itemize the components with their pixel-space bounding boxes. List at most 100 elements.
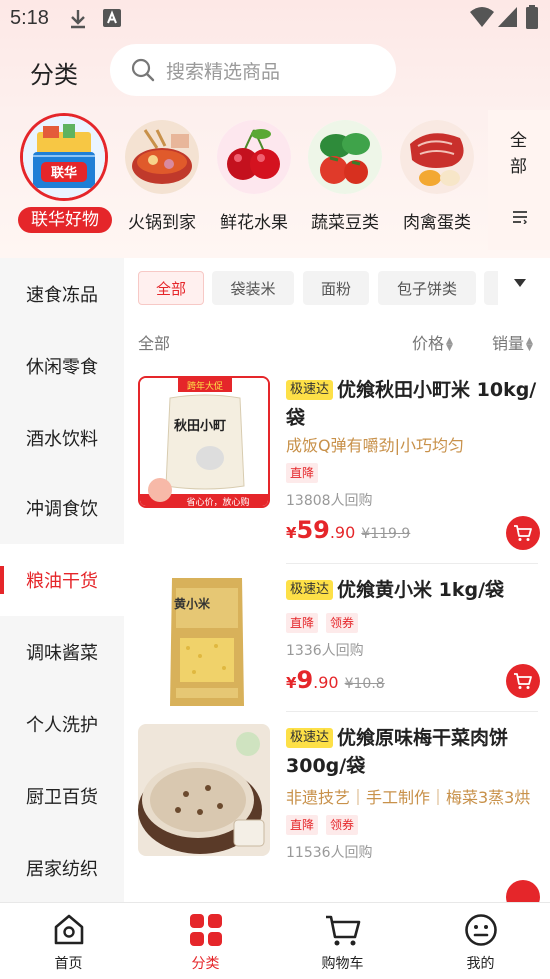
sidebar-item[interactable]: 厨卫百货	[0, 760, 124, 832]
product-image	[138, 724, 270, 856]
divider	[286, 563, 538, 564]
divider	[286, 711, 538, 712]
sidebar-item[interactable]: 调味酱菜	[0, 616, 124, 688]
nav-label: 首页	[54, 956, 83, 972]
original-price: ¥10.8	[344, 676, 385, 692]
status-time: 5:18	[10, 7, 49, 29]
search-bar[interactable]: 搜索精选商品	[110, 44, 396, 96]
tag-price-drop: 直降	[286, 613, 319, 633]
category-badge-text: 联华	[51, 165, 77, 181]
add-to-cart-button[interactable]	[506, 664, 540, 698]
page-title: 分类	[30, 61, 78, 89]
product-desc: 成饭Q弹有嚼劲|小巧均匀	[286, 436, 464, 455]
battery-icon	[526, 5, 538, 29]
cart-icon	[514, 673, 532, 689]
category-label: 鲜花水果	[220, 213, 288, 233]
product-price: ¥9.90 ¥10.8	[286, 666, 385, 694]
product-info: 极速达 优飨黄小米 1kg/袋 直降 领券 1336人回购 ¥9.90 ¥10.8	[286, 576, 538, 696]
home-icon	[54, 914, 83, 945]
category-meat-eggs[interactable]: 肉禽蛋类	[392, 110, 482, 240]
all-categories-label: 全部	[510, 131, 527, 177]
fast-delivery-badge: 极速达	[286, 728, 334, 748]
product-tags: 直降 领券	[286, 814, 538, 835]
sidebar-item[interactable]: 个人洗护	[0, 688, 124, 760]
nav-cart[interactable]: 购物车	[274, 903, 411, 979]
product-sold: 11536人回购	[286, 845, 373, 861]
tag-coupon: 领券	[326, 815, 359, 835]
chip[interactable]: 袋装米	[212, 271, 294, 305]
product-title: 极速达 优飨黄小米 1kg/袋	[286, 576, 538, 604]
expand-chips-icon[interactable]	[514, 278, 526, 288]
category-image	[400, 120, 474, 194]
nav-category[interactable]: 分类	[137, 903, 274, 979]
nav-label: 我的	[466, 956, 495, 972]
category-vegetables[interactable]: 蔬菜豆类	[300, 110, 390, 240]
filter-chips: 全部 袋装米 面粉 包子饼类	[124, 258, 550, 318]
chip-all[interactable]: 全部	[138, 271, 204, 305]
chip-partial[interactable]	[484, 271, 498, 305]
chip[interactable]: 包子饼类	[378, 271, 476, 305]
product-card[interactable]: 跨年大促 秋田小町 省心价，放心购 极速达 优飨秋田小町米 10kg/袋 成饭Q弹…	[124, 376, 550, 556]
svg-text:秋田小町: 秋田小町	[174, 418, 226, 434]
product-sold: 1336人回购	[286, 643, 364, 659]
search-input[interactable]: 搜索精选商品	[166, 57, 280, 84]
sidebar: 速食冻品 休闲零食 酒水饮料 冲调食饮 粮油干货 调味酱菜 个人洗护 厨卫百货 …	[0, 258, 124, 902]
wifi-icon	[470, 7, 494, 27]
search-icon	[131, 58, 155, 82]
product-info: 极速达 优飨原味梅干菜肉饼 300g/袋 非遗技艺｜手工制作｜梅菜3蒸3烘 直降领…	[286, 724, 538, 862]
profile-icon	[464, 914, 497, 946]
nav-home[interactable]: 首页	[0, 903, 137, 979]
sort-bar: 全部 价格 ▲ ▼ 销量 ▲ ▼	[124, 322, 550, 362]
sidebar-item[interactable]: 休闲零食	[0, 330, 124, 402]
product-title: 极速达 优飨秋田小町米 10kg/袋	[286, 379, 537, 429]
add-to-cart-button[interactable]	[506, 516, 540, 550]
svg-text:省心价，放心购: 省心价，放心购	[186, 496, 249, 508]
sort-all[interactable]: 全部	[138, 330, 170, 354]
sidebar-item[interactable]: 速食冻品	[0, 258, 124, 330]
original-price: ¥119.9	[361, 526, 411, 542]
product-card[interactable]: 黄小米 极速达 优飨黄小米 1kg/袋 直降 领券 1336人回购 ¥9.90 ¥10…	[124, 576, 550, 716]
tag-price-drop: 直降	[286, 463, 319, 483]
svg-text:黄小米: 黄小米	[174, 596, 211, 611]
sort-sales[interactable]: 销量 ▲ ▼	[492, 330, 533, 354]
category-image	[125, 120, 199, 194]
sort-price[interactable]: 价格 ▲ ▼	[412, 330, 453, 354]
svg-text:跨年大促: 跨年大促	[187, 380, 223, 392]
tag-coupon: 领券	[326, 613, 359, 633]
add-to-cart-button[interactable]	[506, 880, 540, 902]
status-bar: 5:18	[0, 0, 550, 36]
product-image: 跨年大促 秋田小町 省心价，放心购	[138, 376, 270, 508]
nav-label: 分类	[191, 956, 220, 972]
category-icon	[189, 914, 222, 946]
product-title: 极速达 优飨原味梅干菜肉饼 300g/袋	[286, 727, 509, 777]
cart-icon	[325, 915, 360, 946]
list-icon	[513, 211, 527, 224]
sidebar-item[interactable]: 酒水饮料	[0, 402, 124, 474]
signal-icon	[498, 7, 517, 27]
category-hotpot[interactable]: 火锅到家	[117, 110, 207, 240]
category-lianhua[interactable]: 联华 联华好物	[18, 110, 112, 240]
fast-delivery-badge: 极速达	[286, 580, 334, 600]
category-label: 蔬菜豆类	[311, 213, 379, 233]
category-label: 火锅到家	[128, 213, 196, 233]
product-desc: 非遗技艺｜手工制作｜梅菜3蒸3烘	[286, 788, 531, 807]
fast-delivery-badge: 极速达	[286, 380, 334, 400]
nav-profile[interactable]: 我的	[412, 903, 549, 979]
all-categories-button[interactable]: 全部	[488, 110, 550, 250]
sidebar-item-active[interactable]: 粮油干货	[0, 544, 124, 616]
font-app-icon	[103, 9, 121, 27]
category-carousel: 联华 联华好物 火锅到家 鲜花水果 蔬菜豆类 肉禽蛋类	[0, 110, 550, 250]
chip[interactable]: 面粉	[303, 271, 369, 305]
header: 分类 搜索精选商品	[0, 36, 550, 106]
product-sold: 13808人回购	[286, 493, 373, 509]
product-price: ¥59.90 ¥119.9	[286, 516, 411, 544]
product-card[interactable]: 极速达 优飨原味梅干菜肉饼 300g/袋 非遗技艺｜手工制作｜梅菜3蒸3烘 直降领…	[124, 724, 550, 902]
product-info: 极速达 优飨秋田小町米 10kg/袋 成饭Q弹有嚼劲|小巧均匀 直降 13808人…	[286, 376, 538, 546]
sidebar-item[interactable]: 居家纺织	[0, 832, 124, 904]
category-image	[308, 120, 382, 194]
sidebar-item[interactable]: 冲调食饮	[0, 472, 124, 544]
nav-label: 购物车	[321, 956, 364, 972]
category-image	[217, 120, 291, 194]
category-flowers-fruits[interactable]: 鲜花水果	[209, 110, 299, 240]
category-label: 肉禽蛋类	[403, 213, 471, 233]
